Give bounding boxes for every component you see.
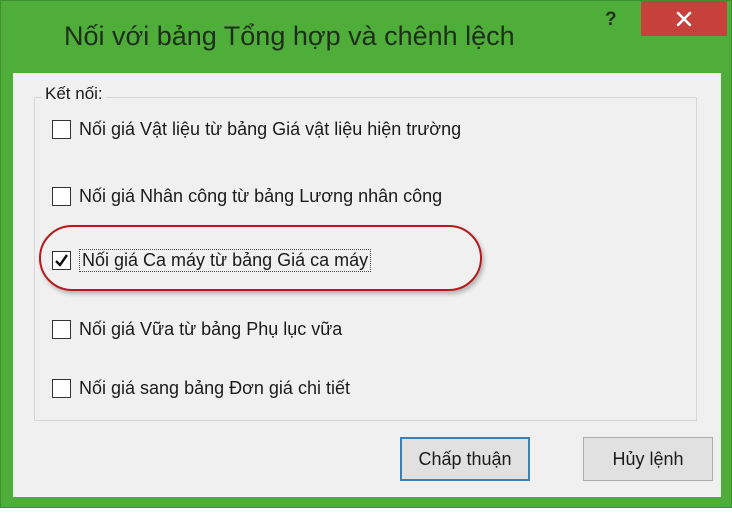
ok-button[interactable]: Chấp thuận <box>400 437 530 481</box>
dialog-title: Nối với bảng Tổng hợp và chênh lệch <box>64 21 515 51</box>
title-bar[interactable]: Nối với bảng Tổng hợp và chênh lệch ? <box>1 1 732 73</box>
bottom-margin <box>0 508 732 515</box>
option-label: Nối giá Vật liệu từ bảng Giá vật liệu hi… <box>79 118 462 139</box>
option-material-price[interactable]: Nối giá Vật liệu từ bảng Giá vật liệu hi… <box>52 116 461 142</box>
checkbox[interactable] <box>52 319 71 339</box>
close-icon <box>676 11 692 27</box>
option-label: Nối giá Nhân công từ bảng Lương nhân côn… <box>79 185 443 206</box>
option-mortar-price[interactable]: Nối giá Vữa từ bảng Phụ lục vữa <box>52 316 342 342</box>
close-button[interactable] <box>641 1 727 36</box>
help-button[interactable]: ? <box>605 9 617 31</box>
groupbox-label: Kết nối: <box>42 84 106 104</box>
checkbox[interactable] <box>52 378 71 398</box>
option-label: Nối giá Vữa từ bảng Phụ lục vữa <box>79 318 343 339</box>
annotation-highlight-ellipse <box>39 225 482 291</box>
checkbox[interactable] <box>52 119 71 139</box>
option-label: Nối giá sang bảng Đơn giá chi tiết <box>79 377 350 398</box>
cancel-button[interactable]: Hủy lệnh <box>583 437 713 481</box>
checkbox[interactable] <box>52 186 71 206</box>
option-labor-price[interactable]: Nối giá Nhân công từ bảng Lương nhân côn… <box>52 183 442 209</box>
dialog-window: Nối với bảng Tổng hợp và chênh lệch ? Kế… <box>0 0 732 508</box>
option-unit-price-detail[interactable]: Nối giá sang bảng Đơn giá chi tiết <box>52 375 350 401</box>
dialog-body: Kết nối: Nối giá Vật liệu từ bảng Giá vậ… <box>13 73 721 497</box>
